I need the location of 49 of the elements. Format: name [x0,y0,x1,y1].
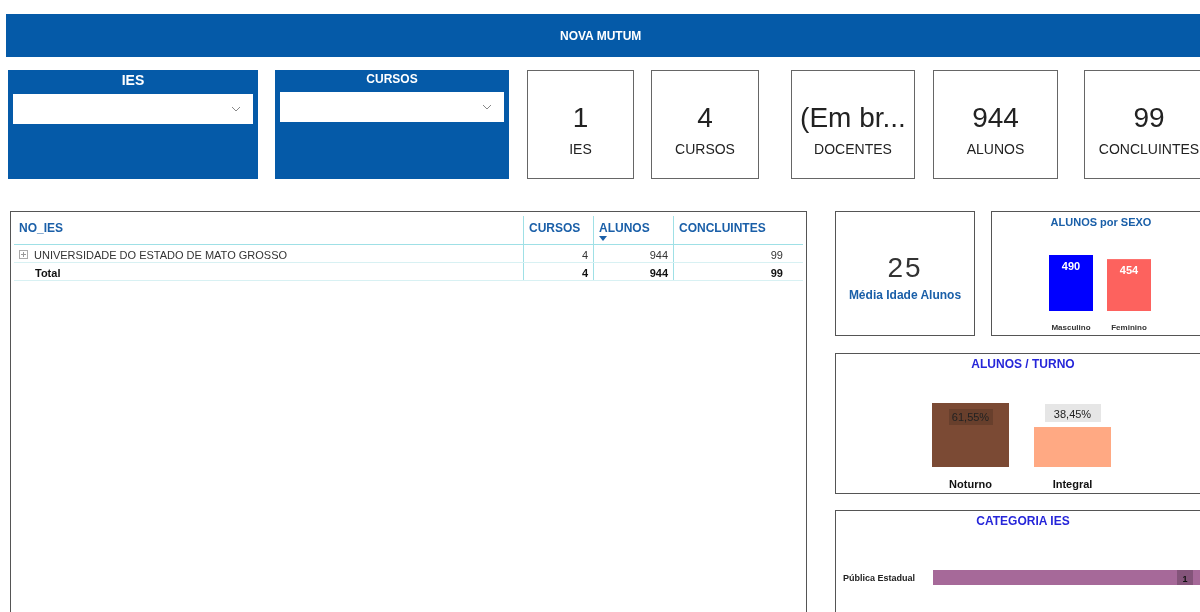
filter-label: IES [121,72,145,90]
chevron-down-icon [482,104,492,110]
kpi-label: ALUNOS [966,140,1025,157]
data-label: 454 [1119,264,1139,277]
filter-label: CURSOS [366,72,418,88]
expand-icon[interactable] [19,250,28,259]
table-cell: UNIVERSIDADE DO ESTADO DE MATO GROSSO [34,248,288,261]
kpi-value: 944 [972,100,1019,135]
axis-label: Pública Estadual [843,573,916,583]
kpi-label: CURSOS [675,140,735,157]
kpi-label: IES [569,140,592,157]
column-header[interactable]: CURSOS [523,216,593,244]
kpi-value: 99 [1133,100,1165,135]
dropdown-field[interactable] [280,92,504,122]
data-label: 1 [1177,570,1193,585]
table-cell: 4 [581,248,588,261]
data-label: 38,45% [1045,404,1101,422]
data-label: 490 [1061,260,1081,272]
axis-label: Noturno [949,478,992,490]
data-label: 1 [1182,573,1188,584]
column-header[interactable]: NO_IES [14,216,523,244]
kpi-value: 4 [697,100,713,135]
chart-title: ALUNOS por SEXO [1050,216,1152,228]
table-cell: 99 [770,266,783,279]
dashboard-title: NOVA MUTUM [560,28,642,43]
kpi-label: Média Idade Alunos [848,287,962,302]
chart-title: CATEGORIA IES [976,514,1070,528]
table-cell: 99 [770,248,783,261]
chart-title: ALUNOS / TURNO [971,357,1075,371]
table-cell: 944 [649,266,668,279]
chevron-down-icon [231,106,241,112]
kpi-value: 25 [887,251,923,284]
column-header[interactable]: ALUNOS [593,216,673,244]
table-cell: 944 [649,248,668,261]
kpi-value: 1 [572,100,589,135]
kpi-value: (Em br... [800,100,906,135]
data-label: 61,55% [949,409,993,425]
kpi-label: CONCLUINTES [1098,140,1200,157]
table-cell: 4 [581,266,588,279]
axis-label: Integral [1052,478,1093,490]
column-header[interactable]: CONCLUINTES [673,216,788,244]
bar [1107,259,1151,311]
kpi-label: DOCENTES [814,140,892,157]
axis-label: Feminino [1111,323,1147,332]
bar [1049,255,1093,311]
dropdown-field[interactable] [13,94,253,124]
axis-label: Masculino [1051,323,1091,332]
table-cell: Total [35,266,61,279]
data-label: 38,45% [1053,408,1092,421]
